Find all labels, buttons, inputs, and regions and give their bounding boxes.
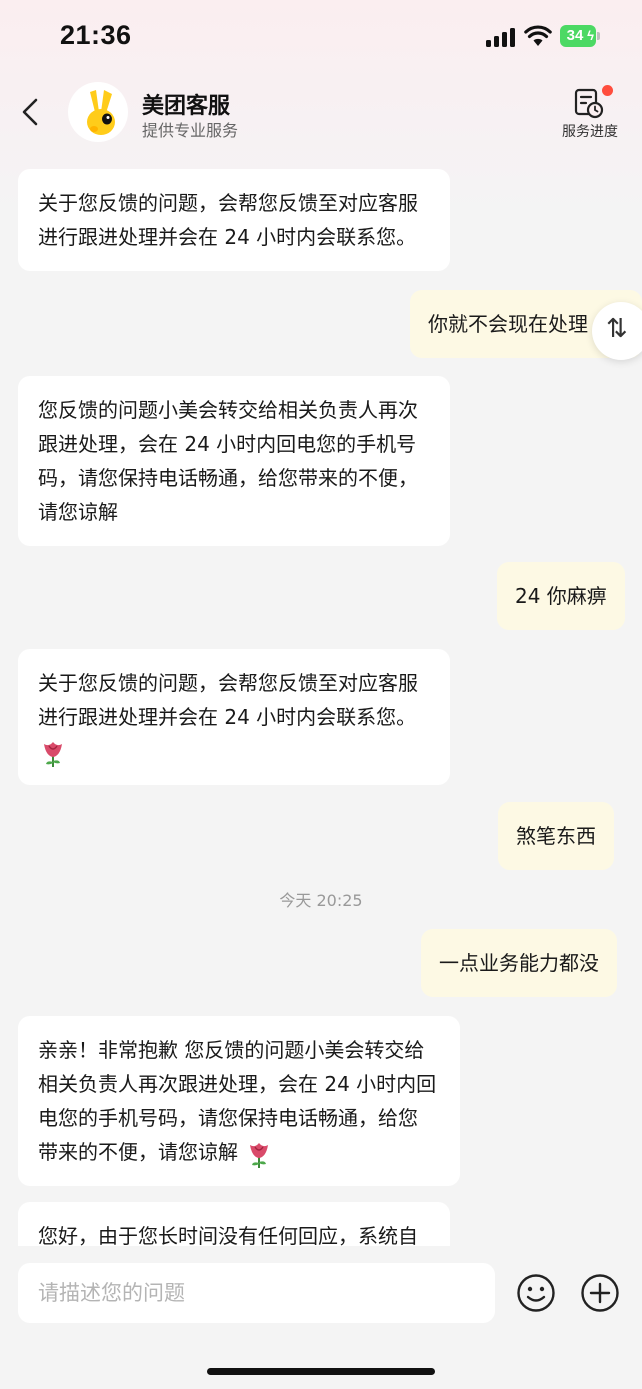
swap-icon: ⇅: [606, 314, 628, 344]
service-progress-icon: [574, 88, 604, 119]
add-icon[interactable]: [580, 1273, 620, 1313]
message-text: 煞笔东西: [516, 824, 596, 848]
user-message: 煞笔东西: [498, 802, 614, 870]
cellular-signal-icon: [486, 27, 516, 47]
agent-message: 亲亲！非常抱歉 您反馈的问题小美会转交给 相关负责人再次跟进处理，会在 24 小…: [18, 1016, 460, 1186]
agent-message: 关于您反馈的问题，会帮您反馈至对应客服 进行跟进处理并会在 24 小时内会联系您…: [18, 169, 450, 271]
message-line: 电您的手机号码，请您保持电话畅通，给您: [38, 1106, 418, 1130]
message-text: 一点业务能力都没: [439, 951, 599, 975]
battery-charging-icon: 34 ϟ: [560, 25, 600, 47]
status-time: 21:36: [60, 20, 132, 50]
message-line: 带来的不便，请您谅解: [38, 1140, 238, 1164]
emoji-icon[interactable]: [516, 1273, 556, 1313]
message-line: 进行跟进处理并会在 24 小时内会联系您。: [38, 225, 417, 249]
message-timestamp: 今天 20:25: [279, 891, 363, 910]
agent-message: 您反馈的问题小美会转交给相关负责人再次 跟进处理，会在 24 小时内回电您的手机…: [18, 376, 450, 546]
message-line: 码，请您保持电话畅通，给您带来的不便，: [38, 466, 418, 490]
status-bar: 21:36 34 ϟ: [0, 0, 642, 74]
message-line: 亲亲！非常抱歉 您反馈的问题小美会转交给: [38, 1038, 425, 1062]
message-line: 您好，由于您长时间没有任何回应，系统自: [38, 1224, 418, 1246]
chat-message-list[interactable]: 关于您反馈的问题，会帮您反馈至对应客服 进行跟进处理并会在 24 小时内会联系您…: [0, 154, 642, 1246]
message-line: 关于您反馈的问题，会帮您反馈至对应客服: [38, 671, 418, 695]
notification-badge: [602, 85, 613, 96]
service-progress-button[interactable]: 服务进度: [554, 85, 626, 146]
rose-emoji: [44, 741, 62, 767]
agent-message: 关于您反馈的问题，会帮您反馈至对应客服 进行跟进处理并会在 24 小时内会联系您…: [18, 649, 450, 785]
service-progress-label: 服务进度: [562, 124, 618, 140]
message-line: 请您谅解: [38, 500, 118, 524]
bolt-icon: ϟ: [587, 28, 594, 43]
scroll-toggle-button[interactable]: ⇅: [592, 302, 642, 360]
battery-level: 34: [566, 27, 584, 44]
wifi-icon: [524, 25, 552, 46]
message-line: 关于您反馈的问题，会帮您反馈至对应客服: [38, 191, 418, 215]
back-icon[interactable]: [18, 92, 46, 132]
message-line: 相关负责人再次跟进处理，会在 24 小时内回: [38, 1072, 437, 1096]
chat-header: 美团客服 提供专业服务 服务进度: [0, 74, 642, 154]
message-input[interactable]: [18, 1263, 495, 1323]
message-text: 24 你麻痹: [515, 584, 607, 608]
home-indicator[interactable]: [207, 1368, 435, 1375]
page-title: 美团客服: [142, 94, 231, 119]
message-line: 您反馈的问题小美会转交给相关负责人再次: [38, 398, 418, 422]
user-message: 24 你麻痹: [497, 562, 625, 630]
mascot-avatar[interactable]: [68, 82, 128, 142]
message-text: 你就不会现在处理: [428, 312, 588, 336]
user-message: 一点业务能力都没: [421, 929, 617, 997]
message-line: 跟进处理，会在 24 小时内回电您的手机号: [38, 432, 417, 456]
agent-message: 您好，由于您长时间没有任何回应，系统自: [18, 1202, 450, 1246]
message-line: 进行跟进处理并会在 24 小时内会联系您。: [38, 705, 417, 729]
page-subtitle: 提供专业服务: [142, 121, 239, 140]
rose-emoji: [250, 1142, 269, 1168]
